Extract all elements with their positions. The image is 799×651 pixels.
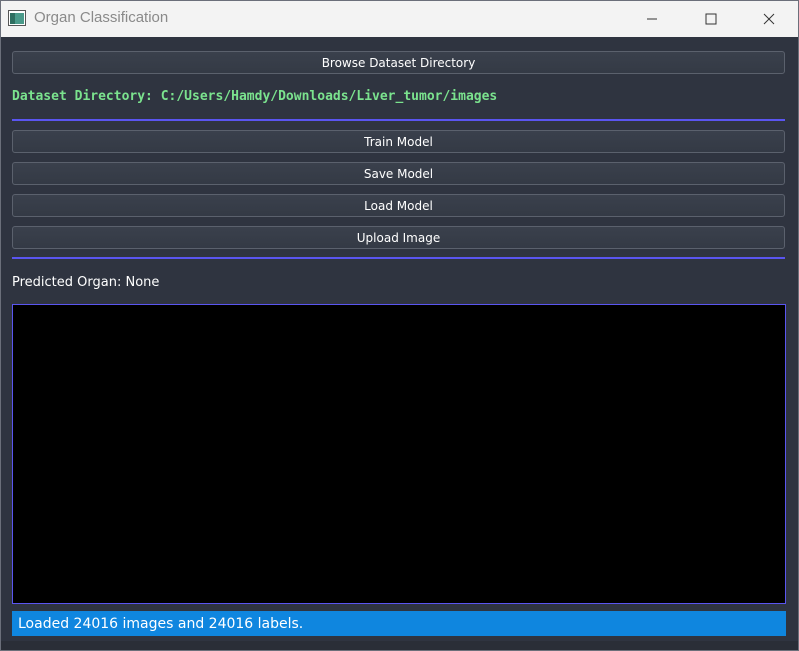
load-model-button[interactable]: Load Model bbox=[12, 194, 785, 217]
image-display-area bbox=[12, 304, 786, 604]
separator-bottom bbox=[12, 257, 785, 259]
close-icon bbox=[763, 13, 775, 25]
close-button[interactable] bbox=[740, 1, 798, 37]
browse-dataset-button[interactable]: Browse Dataset Directory bbox=[12, 51, 785, 74]
app-window-icon bbox=[8, 10, 26, 26]
dataset-directory-label: Dataset Directory: C:/Users/Hamdy/Downlo… bbox=[12, 89, 498, 104]
app-window: Organ Classification Browse Dataset Dire… bbox=[0, 0, 799, 651]
maximize-button[interactable] bbox=[682, 1, 740, 37]
minimize-button[interactable] bbox=[623, 1, 681, 37]
main-panel: Browse Dataset Directory Dataset Directo… bbox=[1, 37, 798, 650]
separator-top bbox=[12, 119, 785, 121]
minimize-icon bbox=[647, 18, 657, 20]
train-model-button[interactable]: Train Model bbox=[12, 130, 785, 153]
status-message: Loaded 24016 images and 24016 labels. bbox=[12, 611, 786, 636]
bottom-edge bbox=[1, 641, 798, 650]
maximize-icon bbox=[705, 13, 717, 25]
upload-image-button[interactable]: Upload Image bbox=[12, 226, 785, 249]
title-bar[interactable]: Organ Classification bbox=[1, 1, 798, 37]
window-title: Organ Classification bbox=[34, 9, 169, 26]
predicted-organ-label: Predicted Organ: None bbox=[12, 275, 160, 290]
save-model-button[interactable]: Save Model bbox=[12, 162, 785, 185]
